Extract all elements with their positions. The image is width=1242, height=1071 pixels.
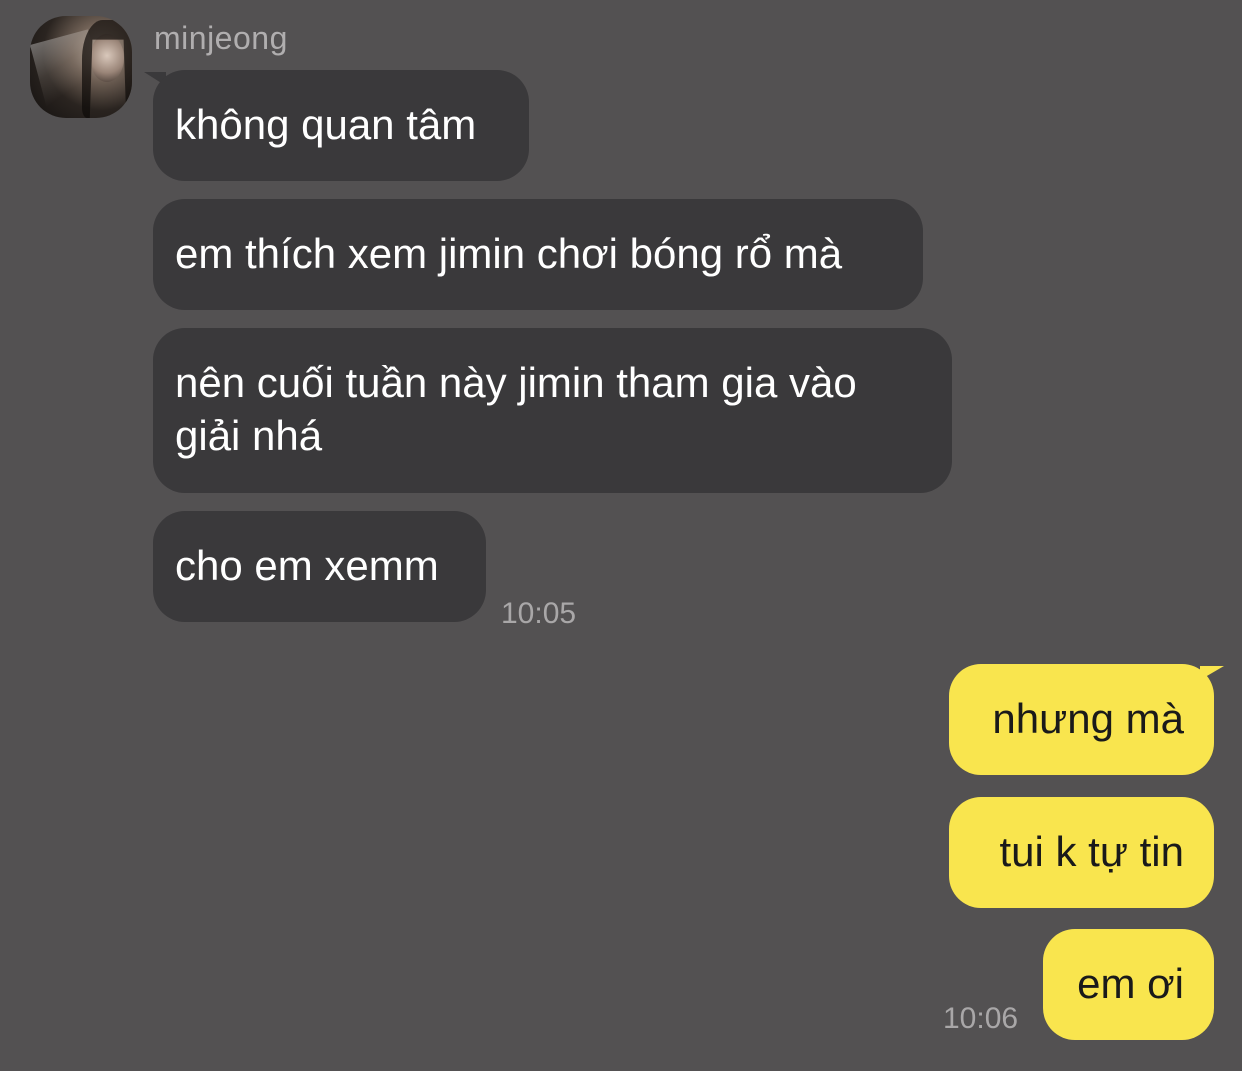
outgoing-message-bubble[interactable]: em ơi <box>1043 929 1214 1040</box>
message-text: em ơi <box>1077 960 1184 1007</box>
outgoing-message-bubble[interactable]: nhưng mà <box>949 664 1214 775</box>
message-text: cho em xemm <box>175 542 439 589</box>
message-text: em thích xem jimin chơi bóng rổ mà <box>175 230 843 277</box>
message-text: nhưng mà <box>992 695 1184 742</box>
incoming-message-bubble[interactable]: cho em xemm <box>153 511 486 622</box>
message-text: không quan tâm <box>175 101 477 148</box>
incoming-message-bubble[interactable]: nên cuối tuần này jimin tham gia vào giả… <box>153 328 952 493</box>
incoming-message-bubble[interactable]: em thích xem jimin chơi bóng rổ mà <box>153 199 923 310</box>
incoming-message-bubble[interactable]: không quan tâm <box>153 70 529 181</box>
avatar-face <box>90 34 124 82</box>
outgoing-timestamp: 10:06 <box>943 1002 1019 1035</box>
message-text: tui k tự tin <box>999 828 1184 875</box>
message-text: nên cuối tuần này jimin tham gia vào giả… <box>175 359 857 459</box>
contact-avatar[interactable] <box>30 16 132 118</box>
sender-name: minjeong <box>154 20 288 56</box>
outgoing-message-bubble[interactable]: tui k tự tin <box>949 797 1214 908</box>
incoming-timestamp: 10:05 <box>501 597 577 630</box>
